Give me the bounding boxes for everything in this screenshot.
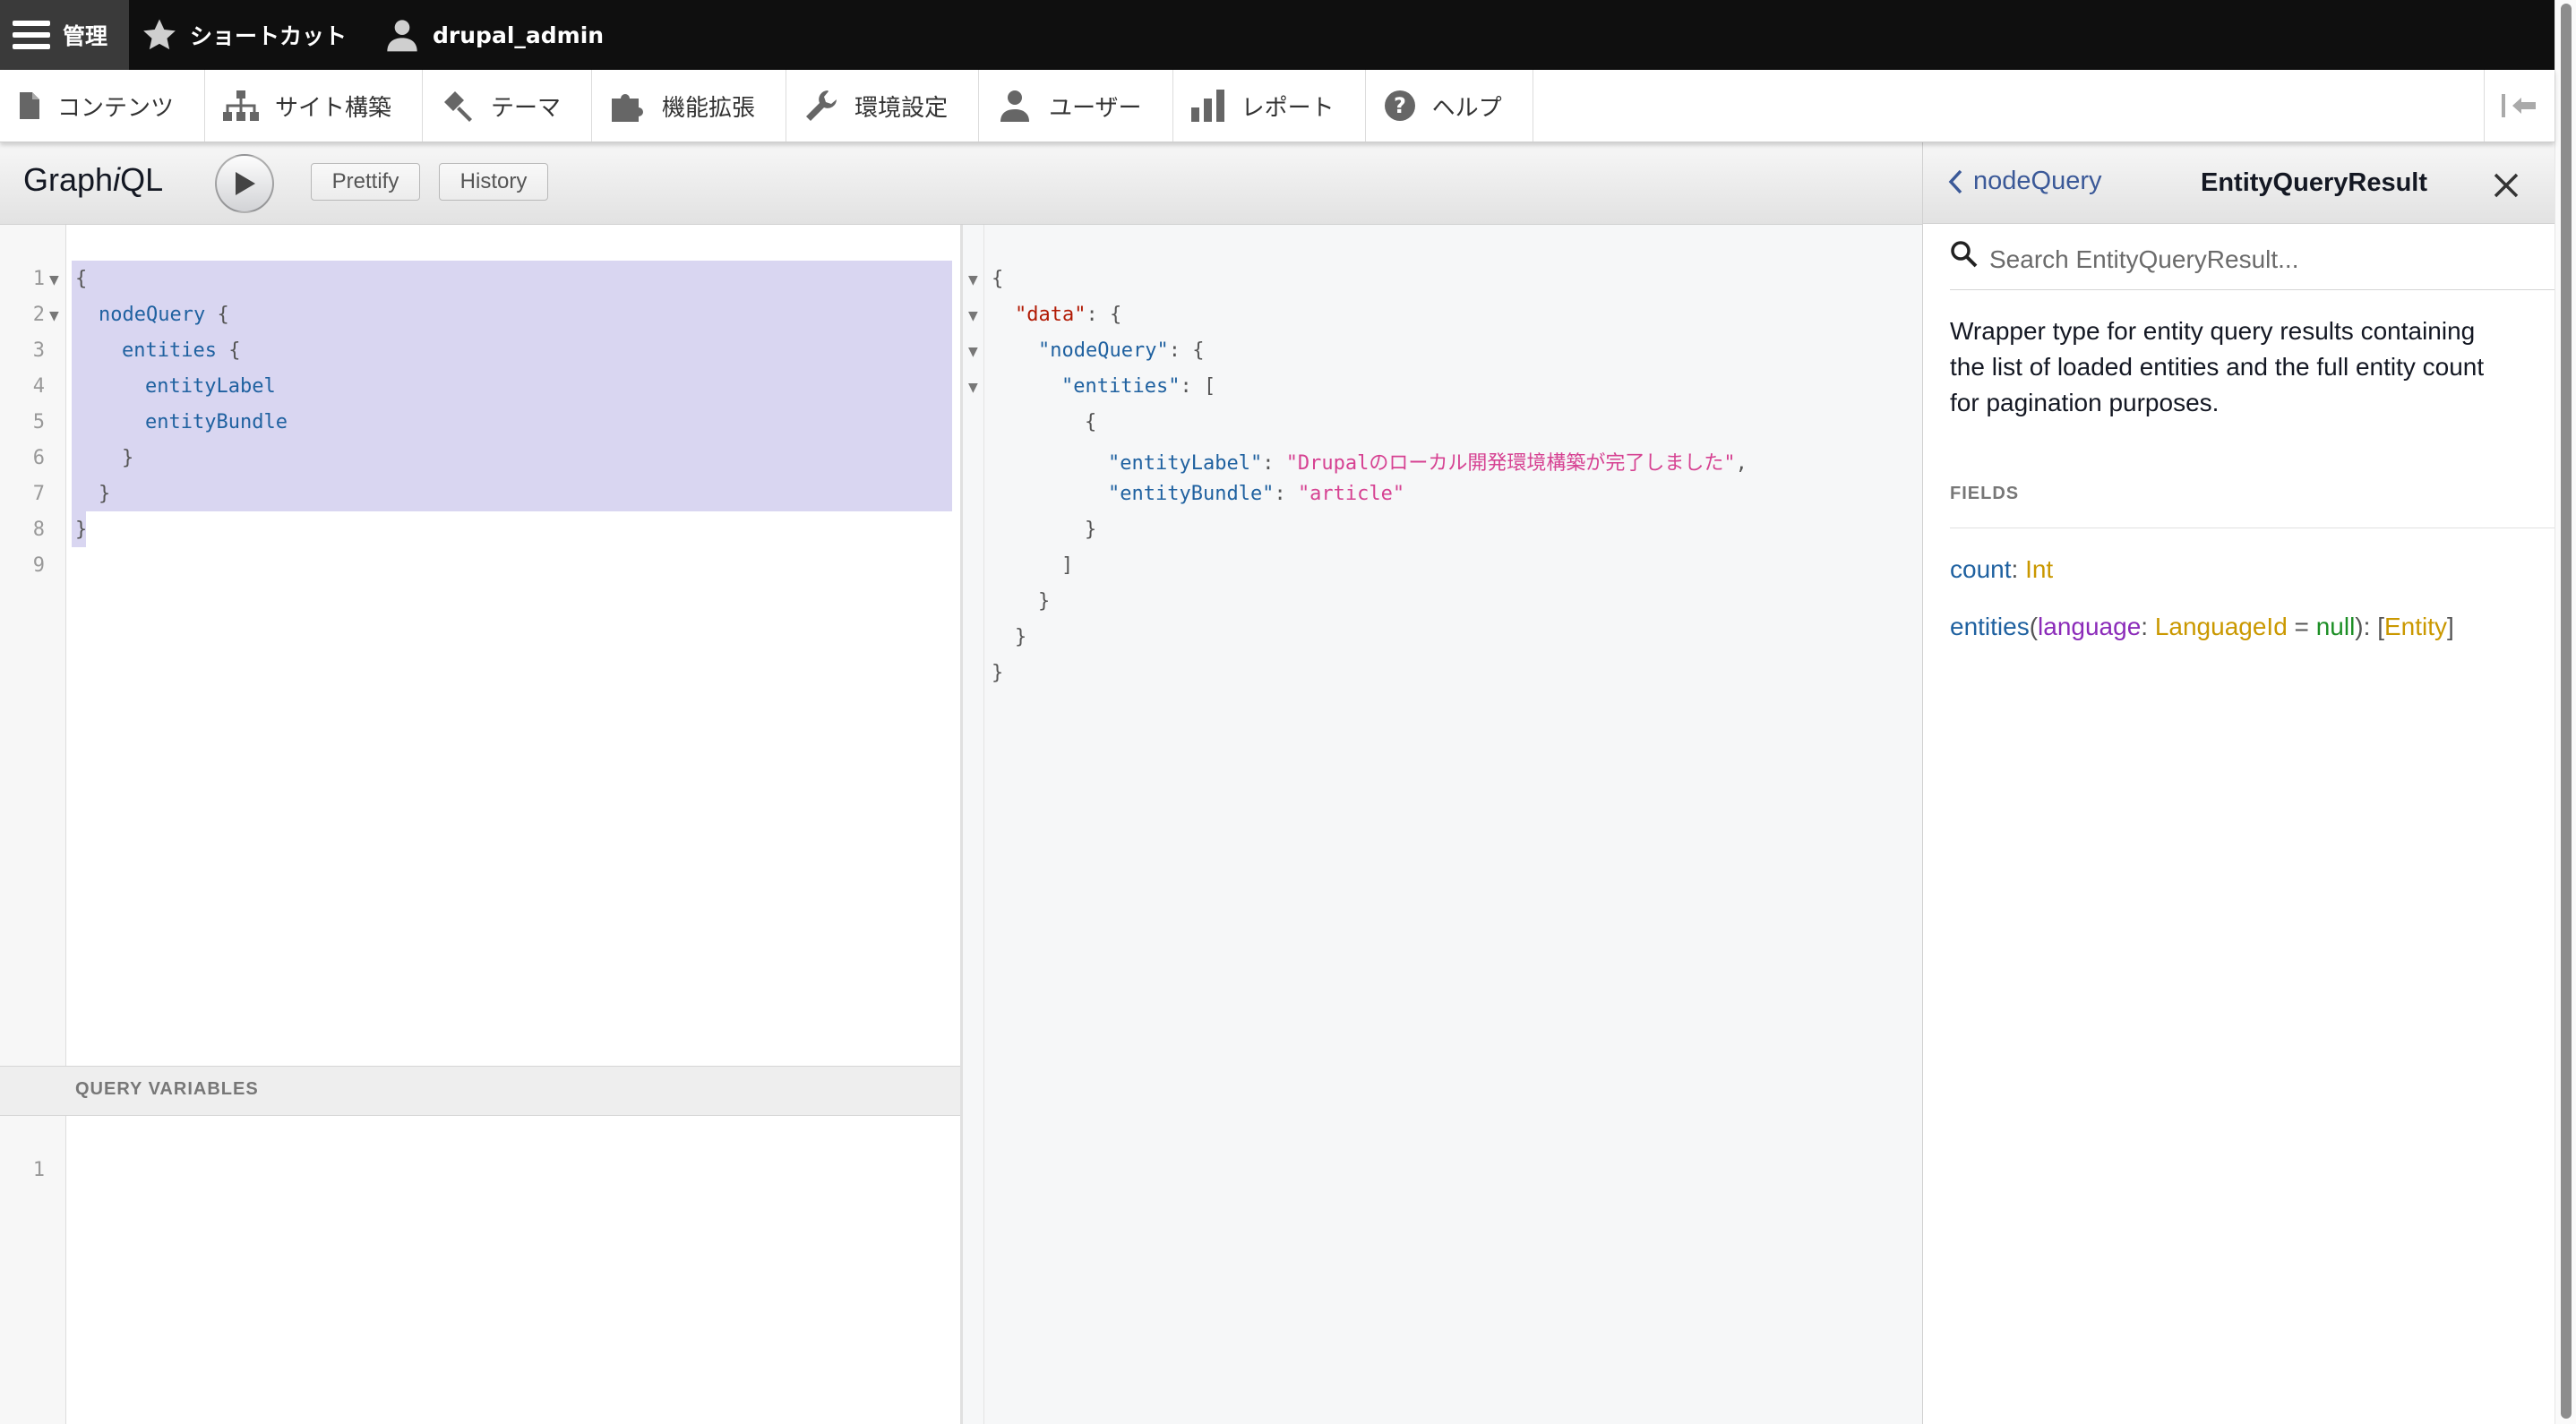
people-icon: [1000, 90, 1030, 122]
tray-item-content[interactable]: コンテンツ: [0, 70, 206, 142]
execute-query-button[interactable]: [215, 154, 274, 213]
json-brace: }: [1085, 519, 1097, 541]
fold-marker-icon[interactable]: ▼: [968, 381, 978, 395]
field-entities: entities(language: LanguageId = null): […: [1950, 613, 2454, 640]
tray-item-config[interactable]: 環境設定: [786, 70, 980, 142]
fold-marker-icon[interactable]: ▼: [968, 273, 978, 287]
paint-icon: [444, 91, 473, 122]
search-icon: [1951, 241, 1978, 268]
json-line: "entityLabel": "Drupalのローカル開発環境構築が完了しました…: [1108, 452, 1747, 475]
graphiql-topbar: GraphiQL: [0, 142, 1922, 225]
line-number: 2: [32, 304, 45, 326]
fold-marker-icon[interactable]: ▼: [968, 345, 978, 359]
json-brace: }: [1015, 626, 1027, 648]
tray-item-appearance[interactable]: テーマ: [423, 70, 593, 142]
tray-item-extend[interactable]: 機能拡張: [592, 70, 787, 142]
result-viewer: ▼ ▼ ▼ ▼ { "data": { "nodeQuery": { "enti…: [963, 225, 1922, 1424]
line-number: 4: [32, 375, 45, 398]
type-link[interactable]: Int: [2025, 555, 2053, 583]
code-field: entityLabel: [145, 375, 276, 398]
result-gutter: [963, 225, 984, 1424]
docs-header: nodeQuery EntityQueryResult: [1923, 142, 2555, 224]
code-line: nodeQuery {: [99, 304, 229, 326]
scrollbar-thumb[interactable]: [2561, 4, 2572, 1419]
collapse-left-icon: [2502, 94, 2536, 117]
close-icon[interactable]: [2493, 172, 2520, 199]
fields-section-title: FIELDS: [1950, 484, 2555, 528]
graphiql-logo: GraphiQL: [23, 161, 164, 198]
docs-title: EntityQueryResult: [2201, 168, 2427, 197]
manage-label: 管理: [63, 23, 108, 49]
wrench-icon: [806, 90, 837, 121]
json-brace: }: [992, 662, 1004, 684]
fold-marker-icon[interactable]: ▼: [49, 273, 59, 287]
sitemap-icon: [223, 90, 260, 121]
code-brace: {: [75, 268, 88, 290]
file-icon: [20, 92, 39, 119]
code-line: entities {: [122, 339, 241, 362]
docs-back-link[interactable]: nodeQuery: [1948, 167, 2102, 196]
json-line: "entityBundle": "article": [1108, 483, 1405, 505]
code-field: entityBundle: [145, 411, 288, 433]
line-number: 7: [32, 483, 45, 505]
json-brace: }: [1038, 590, 1051, 613]
type-link[interactable]: LanguageId: [2155, 613, 2288, 640]
code-brace: }: [75, 519, 88, 541]
code-brace: }: [99, 483, 111, 505]
tray-item-help[interactable]: ? ヘルプ: [1366, 70, 1533, 142]
line-number: 1: [32, 268, 45, 290]
json-brace: {: [992, 268, 1004, 290]
line-number: 8: [32, 519, 45, 541]
json-brace: {: [1085, 411, 1097, 433]
admin-tray: コンテンツ サイト構築 テーマ 機能拡張 環境設定 ユーザー レポート ? ヘル…: [0, 70, 2555, 142]
field-name-link[interactable]: count: [1950, 555, 2012, 583]
type-description: Wrapper type for entity query results co…: [1950, 317, 2485, 416]
json-line: "data": {: [1015, 304, 1122, 326]
prettify-button[interactable]: Prettify: [311, 163, 420, 201]
json-line: "entities": [: [1061, 375, 1216, 398]
play-icon: [236, 172, 255, 195]
line-number: 1: [32, 1159, 45, 1181]
user-button[interactable]: drupal_admin: [372, 0, 629, 70]
bar-chart-icon: [1190, 90, 1224, 122]
shortcuts-button[interactable]: ショートカット: [129, 0, 372, 70]
query-variables-header[interactable]: QUERY VARIABLES: [0, 1066, 960, 1116]
docs-search-bar: [1950, 231, 2555, 290]
user-label: drupal_admin: [433, 21, 605, 48]
line-number: 5: [32, 411, 45, 433]
hamburger-icon: [13, 21, 50, 49]
help-icon: ?: [1384, 90, 1415, 121]
docs-explorer: nodeQuery EntityQueryResult Wrapper type…: [1922, 142, 2555, 1424]
code-brace: }: [122, 447, 134, 469]
page-scrollbar[interactable]: [2555, 0, 2576, 1424]
admin-toolbar: 管理 ショートカット drupal_admin: [0, 0, 2555, 70]
fold-marker-icon[interactable]: ▼: [968, 309, 978, 323]
puzzle-icon: [612, 94, 644, 122]
field-count: count: Int: [1950, 555, 2054, 583]
line-number: 3: [32, 339, 45, 362]
docs-search-input[interactable]: [1988, 238, 2529, 281]
json-line: "nodeQuery": {: [1038, 339, 1205, 362]
manage-button[interactable]: 管理: [0, 0, 130, 70]
chevron-left-icon: [1948, 169, 1962, 193]
shortcuts-label: ショートカット: [190, 23, 348, 49]
user-icon: [387, 20, 417, 52]
query-variables-editor[interactable]: 1: [0, 1116, 960, 1424]
star-icon: [143, 19, 176, 50]
line-number: 9: [32, 554, 45, 577]
fold-marker-icon[interactable]: ▼: [49, 309, 59, 323]
field-name-link[interactable]: entities: [1950, 613, 2030, 640]
json-bracket: ]: [1061, 554, 1074, 577]
line-number: 6: [32, 447, 45, 469]
svg-text:?: ?: [1394, 93, 1406, 118]
tray-orientation-toggle[interactable]: [2484, 70, 2555, 142]
history-button[interactable]: History: [439, 163, 548, 201]
query-variables-title: QUERY VARIABLES: [75, 1079, 259, 1099]
tray-item-reports[interactable]: レポート: [1173, 70, 1366, 142]
tray-item-structure[interactable]: サイト構築: [205, 70, 424, 142]
tray-item-people[interactable]: ユーザー: [979, 70, 1173, 142]
query-editor[interactable]: 1 2 3 4 5 6 7 8 9 ▼ ▼ { nodeQuery { enti…: [0, 225, 960, 1066]
type-link[interactable]: Entity: [2384, 613, 2447, 640]
